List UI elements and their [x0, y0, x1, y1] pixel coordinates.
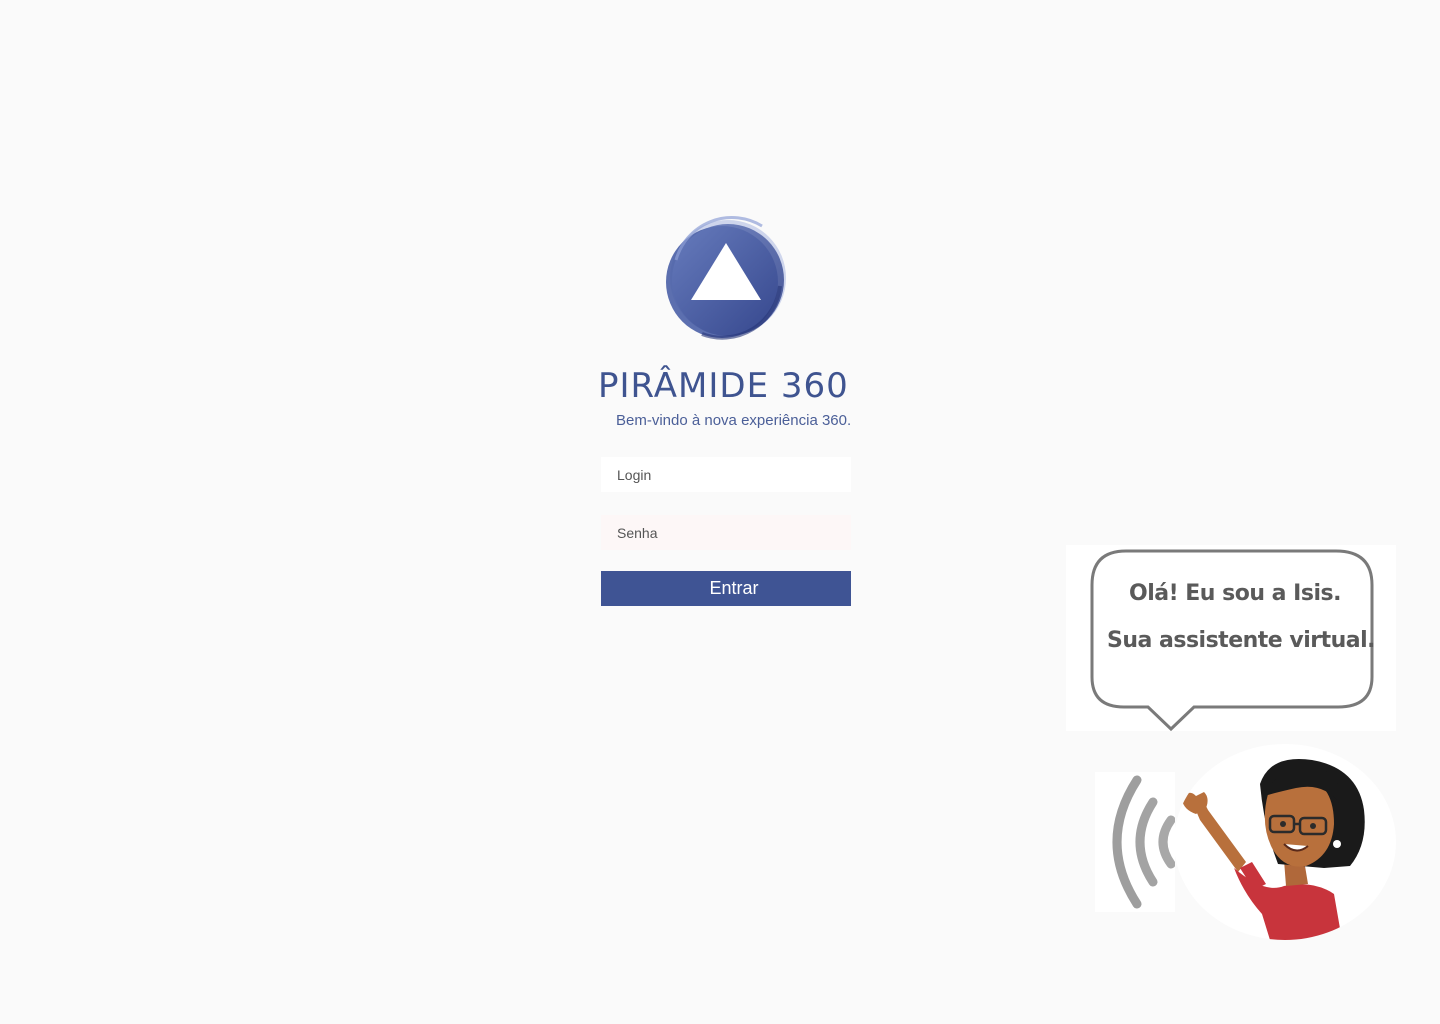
brand-tagline: Bem-vindo à nova experiência 360.	[616, 412, 852, 429]
pyramid-logo-icon	[666, 216, 786, 340]
sound-waves-icon[interactable]	[1095, 772, 1175, 912]
assistant-avatar[interactable]	[1174, 744, 1396, 940]
password-input[interactable]	[601, 515, 851, 550]
assistant-greeting-line-1: Olá! Eu sou a Isis.	[1129, 581, 1341, 606]
login-button[interactable]: Entrar	[601, 571, 851, 606]
assistant-speech-bubble: Olá! Eu sou a Isis. Sua assistente virtu…	[1066, 545, 1396, 732]
assistant-greeting-line-2: Sua assistente virtual.	[1107, 628, 1376, 653]
login-input[interactable]	[601, 457, 851, 492]
brand-title: PIRÂMIDE 360	[598, 366, 849, 406]
login-page: PIRÂMIDE 360 Bem-vindo à nova experiênci…	[0, 0, 1440, 1024]
assistant-illustration	[1182, 759, 1365, 940]
